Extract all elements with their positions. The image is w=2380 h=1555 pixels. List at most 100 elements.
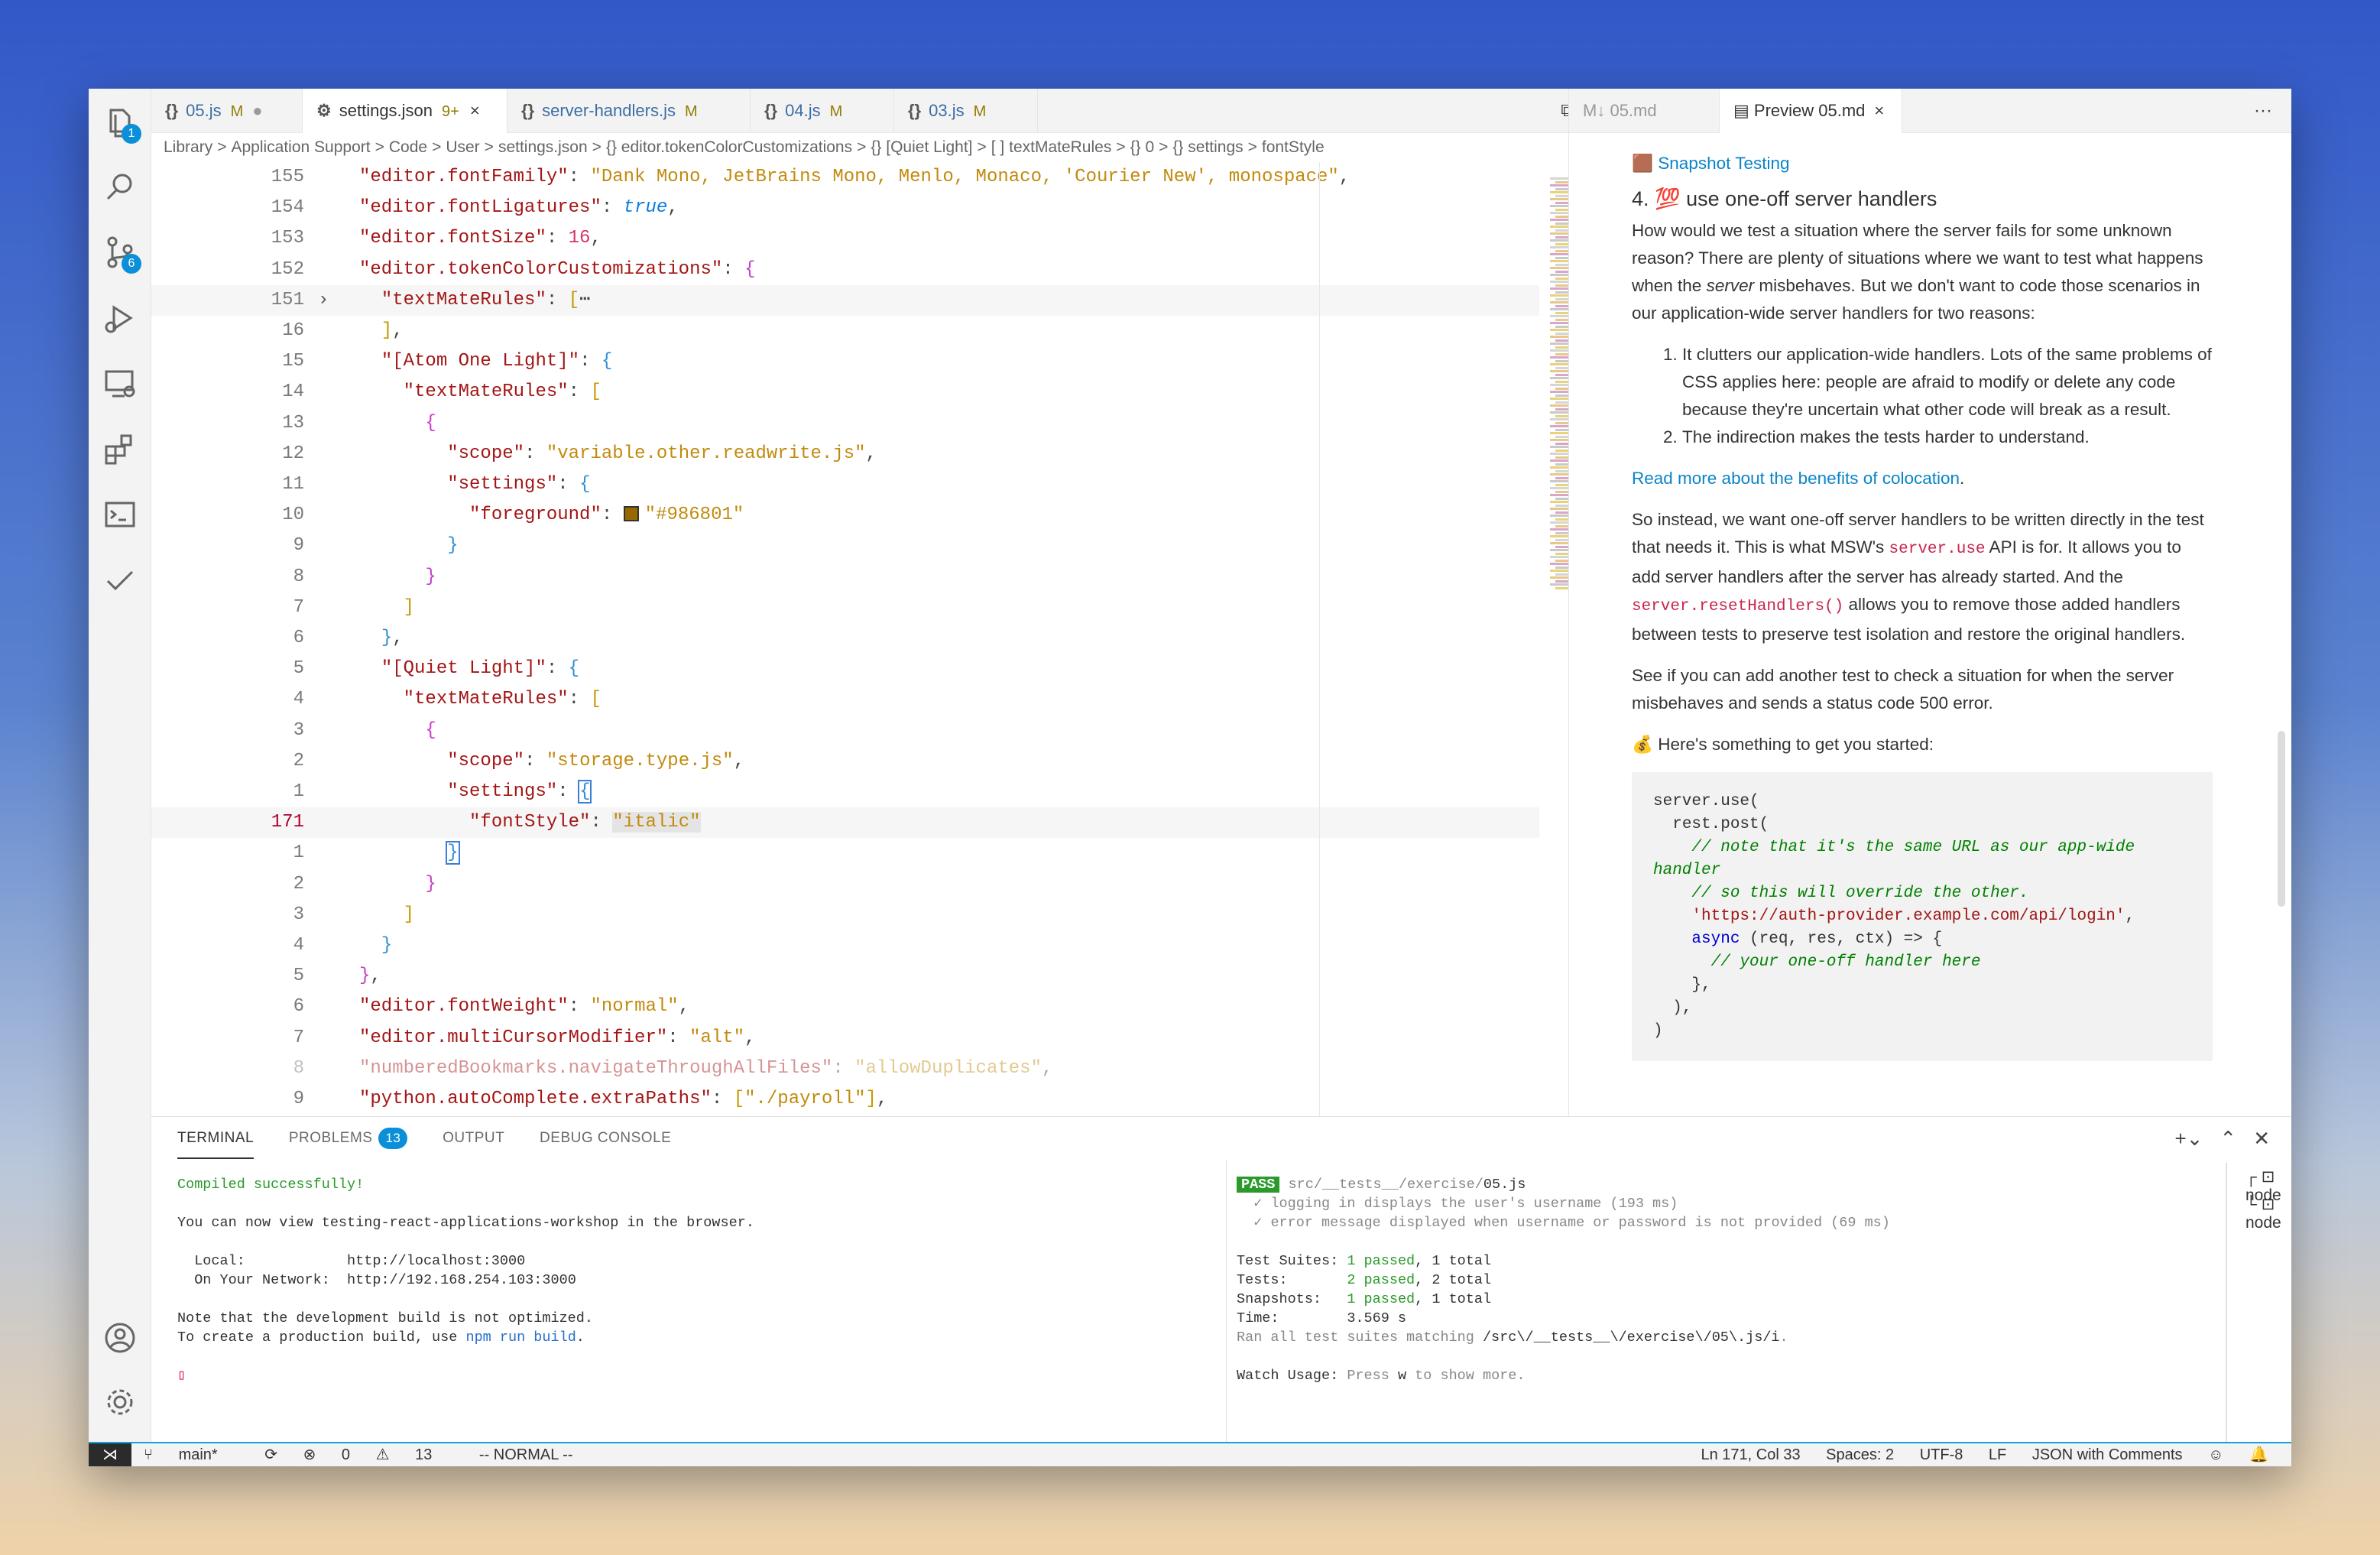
code-line[interactable]: 3 ] [151,900,1539,930]
code-line[interactable]: 6 "editor.fontWeight": "normal", [151,992,1539,1022]
breadcrumb-item[interactable]: {} [Quiet Light] [871,138,972,156]
terminal-right[interactable]: PASS src/__tests__/exercise/05.js ✓ logg… [1237,1175,1890,1385]
feedback-icon[interactable]: ☺ [2208,1446,2223,1463]
code-line[interactable]: 2 } [151,869,1539,900]
preview-scrollbar[interactable] [2278,731,2285,907]
encoding[interactable]: UTF-8 [1920,1446,1963,1463]
preview-tabbar: M↓ 05.md ▤ Preview 05.md × ··· [1569,89,2291,133]
problems-status[interactable]: ⊗ 0 ⚠ 13 [303,1446,454,1463]
remote-icon[interactable]: ⋊ [89,1443,131,1466]
line-number: 154 [271,197,304,219]
line-number: 4 [293,935,304,956]
code-line[interactable]: 4 "textMateRules": [ [151,684,1539,715]
breadcrumb-item[interactable]: Code [389,138,427,156]
code-line[interactable]: 171 "fontStyle": "italic" [151,807,1539,839]
snapshot-testing-link[interactable]: Snapshot Testing [1658,154,1789,173]
bell-icon[interactable]: 🔔 [2249,1446,2268,1463]
sync-icon[interactable]: ⟳ [264,1446,277,1463]
tab-preview-05-md[interactable]: ▤ Preview 05.md × [1719,89,1902,133]
tab-label: PROBLEMS [288,1130,373,1146]
code-line[interactable]: 151 › "textMateRules": [⋯ [151,284,1539,316]
explorer-icon[interactable]: 1 [102,104,141,144]
code-line[interactable]: 1 "settings": { [151,777,1539,807]
code-line[interactable]: 4 } [151,930,1539,961]
new-terminal-icon[interactable]: +⌄ [2174,1127,2203,1150]
code-line[interactable]: 154 "editor.fontLigatures": true, [151,193,1539,223]
code-line[interactable]: 13 { [151,408,1539,439]
terminal-text: Press [1347,1368,1398,1384]
tab-05-md[interactable]: M↓ 05.md [1569,89,1719,133]
code-line[interactable]: 5}, [151,961,1539,992]
breadcrumb-item[interactable]: settings.json [498,138,588,156]
code-text: "editor.fontFamily": "Dank Mono, JetBrai… [359,167,1351,187]
code-text: "editor.fontLigatures": true, [359,197,679,219]
code-line[interactable]: 12 "scope": "variable.other.readwrite.js… [151,439,1539,469]
remote-explorer-icon[interactable] [102,365,138,402]
breadcrumb-item[interactable]: [ ] textMateRules [991,138,1112,156]
more-actions-icon[interactable]: ··· [2254,89,2272,133]
breadcrumb-item[interactable]: Application Support [231,138,370,156]
terminal-list-item[interactable]: └ ⊡ node [2245,1195,2291,1232]
code-line[interactable]: 8 } [151,562,1539,592]
terminal-cursor-icon: ▯ [177,1368,186,1384]
tab-server-handlers-js[interactable]: {} server-handlers.js M [507,89,751,133]
line-number: 153 [271,228,304,249]
tab-output[interactable]: OUTPUT [443,1117,504,1160]
code-line[interactable]: 8 "numberedBookmarks.navigateThroughAllFi… [151,1053,1539,1084]
fold-chevron-icon[interactable]: › [318,285,329,316]
maximize-panel-icon[interactable]: ⌃ [2219,1127,2236,1150]
breadcrumb-item[interactable]: {} 0 [1130,138,1155,156]
branch-status[interactable]: ⑂ main* [144,1446,239,1463]
extensions-icon[interactable] [102,431,138,468]
gear-icon[interactable] [102,1384,138,1420]
colocation-link[interactable]: Read more about the benefits of colocati… [1632,469,1960,488]
code-line[interactable]: 16 ], [151,316,1539,346]
code-line[interactable]: 153 "editor.fontSize": 16, [151,223,1539,254]
breadcrumb-item[interactable]: {} settings [1172,138,1243,156]
code-line[interactable]: 1 } [151,838,1539,868]
terminal-icon[interactable] [102,497,138,534]
code-line[interactable]: 11 "settings": { [151,469,1539,500]
tab-05-js[interactable]: {} 05.js M ● [151,89,303,133]
js-file-icon: {} [908,101,922,120]
code-line[interactable]: 7 ] [151,592,1539,623]
breadcrumb-item[interactable]: Library [164,138,212,156]
code-line[interactable]: 2 "scope": "storage.type.js", [151,746,1539,777]
breadcrumb-item[interactable]: {} editor.tokenColorCustomizations [606,138,852,156]
code-line[interactable]: 10 "foreground": "#986801" [151,500,1539,531]
close-icon[interactable]: × [470,101,480,120]
terminal-split-divider[interactable] [1226,1160,1227,1443]
tab-problems[interactable]: PROBLEMS 13 [289,1117,408,1160]
code-line[interactable]: 3 { [151,716,1539,746]
language-mode[interactable]: JSON with Comments [2032,1446,2183,1463]
code-editor[interactable]: 155 "editor.fontFamily": "Dank Mono, JetB… [151,162,1657,1116]
account-icon[interactable] [102,1320,138,1356]
check-icon[interactable] [102,563,138,599]
breadcrumb-item[interactable]: fontStyle [1262,138,1325,156]
close-icon[interactable]: × [1874,101,1884,120]
search-icon[interactable] [102,168,138,205]
tab-04-js[interactable]: {} 04.js M [751,89,894,133]
tab-debug-console[interactable]: DEBUG CONSOLE [540,1117,671,1160]
code-line[interactable]: 9 } [151,531,1539,561]
code-line[interactable]: 7 "editor.multiCursorModifier": "alt", [151,1023,1539,1053]
tab-settings-json[interactable]: ⚙ settings.json 9+ × [303,89,507,133]
code-text: }, [381,628,404,648]
code-line[interactable]: 9 "python.autoComplete.extraPaths": ["./p… [151,1084,1539,1115]
tab-03-js[interactable]: {} 03.js M [894,89,1038,133]
code-line[interactable]: 5 "[Quiet Light]": { [151,654,1539,684]
code-line[interactable]: 15 "[Atom One Light]": { [151,346,1539,377]
code-line[interactable]: 14 "textMateRules": [ [151,377,1539,407]
end-of-line[interactable]: LF [1989,1446,2006,1463]
source-control-icon[interactable]: 6 [102,234,141,274]
run-debug-icon[interactable] [102,300,138,336]
code-line[interactable]: 6 }, [151,623,1539,654]
breadcrumb-item[interactable]: User [446,138,479,156]
code-line[interactable]: 155 "editor.fontFamily": "Dank Mono, JetB… [151,162,1539,193]
tab-terminal[interactable]: TERMINAL [177,1119,255,1159]
close-icon[interactable]: ✕ [2253,1127,2270,1150]
terminal-left[interactable]: Compiled successfully! You can now view … [177,1175,754,1385]
indentation[interactable]: Spaces: 2 [1826,1446,1894,1463]
code-line[interactable]: 152 "editor.tokenColorCustomizations": { [151,255,1539,285]
cursor-position[interactable]: Ln 171, Col 33 [1701,1446,1801,1463]
